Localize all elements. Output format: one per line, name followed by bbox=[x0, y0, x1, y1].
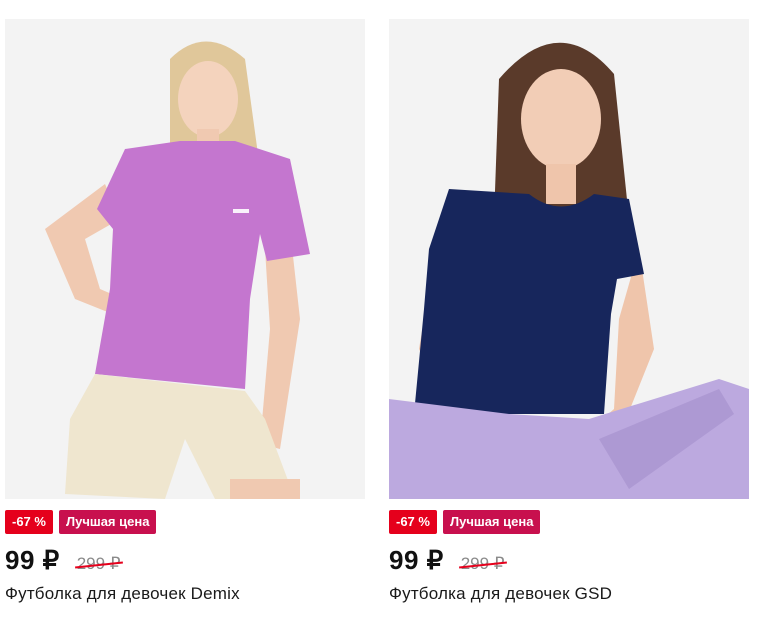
product-title[interactable]: Футболка для девочек Demix bbox=[5, 584, 365, 604]
current-price: 99 ₽ bbox=[5, 545, 60, 575]
price-row: 99 ₽ 299 ₽ bbox=[5, 545, 365, 575]
product-photo-illustration bbox=[389, 19, 749, 499]
product-card[interactable]: -67 % Лучшая цена 99 ₽ 299 ₽ Футболка дл… bbox=[389, 19, 749, 604]
product-photo-illustration bbox=[5, 19, 365, 499]
best-price-badge: Лучшая цена bbox=[58, 510, 157, 534]
price-row: 99 ₽ 299 ₽ bbox=[389, 545, 749, 575]
discount-badge: -67 % bbox=[389, 510, 437, 534]
badge-row: -67 % Лучшая цена bbox=[389, 510, 749, 534]
badge-row: -67 % Лучшая цена bbox=[5, 510, 365, 534]
product-title[interactable]: Футболка для девочек GSD bbox=[389, 584, 749, 604]
old-price: 299 ₽ bbox=[460, 554, 505, 573]
old-price: 299 ₽ bbox=[76, 554, 121, 573]
product-image[interactable] bbox=[389, 19, 749, 499]
discount-badge: -67 % bbox=[5, 510, 53, 534]
product-card[interactable]: -67 % Лучшая цена 99 ₽ 299 ₽ Футболка дл… bbox=[5, 19, 365, 604]
current-price: 99 ₽ bbox=[389, 545, 444, 575]
product-image[interactable] bbox=[5, 19, 365, 499]
best-price-badge: Лучшая цена bbox=[442, 510, 541, 534]
